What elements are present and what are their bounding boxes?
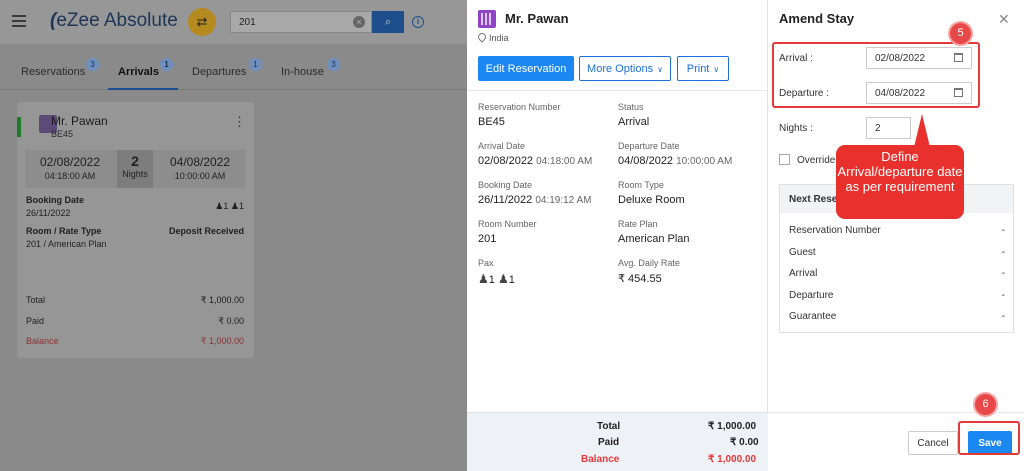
field-status: Status Arrival xyxy=(618,102,650,128)
card-booking-date-label: Booking Date xyxy=(26,195,85,205)
field-reservation-number: Reservation Number BE45 xyxy=(478,102,561,128)
divider xyxy=(467,90,768,91)
card-reservation-code: BE45 xyxy=(51,129,74,139)
nights-input[interactable]: 2 xyxy=(866,117,911,139)
close-icon[interactable]: ✕ xyxy=(998,11,1010,28)
top-bar: (eZee Absolute ⇄ 201 × ⌕ i xyxy=(0,0,467,44)
balance-label: Balance xyxy=(581,454,620,465)
hamburger-menu-icon[interactable] xyxy=(12,15,26,27)
info-icon[interactable]: i xyxy=(412,16,424,28)
status-flag xyxy=(17,117,21,137)
card-booking-date: 26/11/2022 xyxy=(26,208,71,218)
print-button[interactable]: Print ∨ xyxy=(677,56,729,81)
field-room-number: Room Number 201 xyxy=(478,219,537,245)
tab-count-badge: 3 xyxy=(327,58,340,71)
field-avg-daily-rate: Avg. Daily Rate ₹ 454.55 xyxy=(618,258,680,285)
field-arrival-date: Arrival Date 02/08/2022 04:18:00 AM xyxy=(478,141,593,167)
detail-totals-footer: Total ₹ 1,000.00 Paid ₹ 0.00 Balance ₹ 1… xyxy=(467,412,768,471)
total-value: ₹ 1,000.00 xyxy=(708,421,757,432)
balance-value: ₹ 1,000.00 xyxy=(708,454,757,465)
detail-location: India xyxy=(476,31,509,43)
highlight-date-fields xyxy=(772,42,980,108)
tab-count-badge: 3 xyxy=(86,58,99,71)
child-icon: ♟ xyxy=(497,272,509,286)
paid-value: ₹ 0.00 xyxy=(730,437,759,448)
field-room-type: Room Type Deluxe Room xyxy=(618,180,685,206)
location-pin-icon xyxy=(476,31,488,43)
tab-arrivals[interactable]: Arrivals 1 xyxy=(118,58,173,78)
tab-departures[interactable]: Departures 1 xyxy=(192,58,262,78)
kebab-menu-icon[interactable]: ⋮ xyxy=(233,114,246,130)
search-icon: ⌕ xyxy=(384,16,392,28)
card-pax: ♟1 ♟1 xyxy=(215,201,244,211)
list-item: Guarantee - xyxy=(789,311,1005,322)
building-icon xyxy=(478,10,496,28)
field-pax: Pax ♟1 ♟1 xyxy=(478,258,515,286)
card-total-label: Total xyxy=(26,295,46,305)
paid-label: Paid xyxy=(598,437,620,448)
adult-icon: ♟ xyxy=(478,272,489,286)
reservation-card[interactable]: Mr. Pawan BE45 ⋮ 02/08/2022 04:18:00 AM … xyxy=(17,102,254,358)
card-paid: ₹ 0.00 xyxy=(218,316,244,326)
detail-guest-name: Mr. Pawan xyxy=(505,11,569,26)
tab-in-house[interactable]: In-house 3 xyxy=(281,58,340,78)
card-nights: 2 Nights xyxy=(117,150,153,188)
chevron-down-icon: ∨ xyxy=(657,64,663,74)
more-options-button[interactable]: More Options ∨ xyxy=(579,56,671,81)
card-room-rate: 201 / American Plan xyxy=(26,239,107,249)
panel-title: Amend Stay xyxy=(779,11,855,26)
card-departure: 04/08/2022 10:00:00 AM xyxy=(169,155,231,181)
step-number-badge: 6 xyxy=(975,394,996,415)
tab-count-badge: 1 xyxy=(160,58,173,71)
clear-search-icon[interactable]: × xyxy=(353,16,365,28)
card-guest-name: Mr. Pawan xyxy=(51,114,108,128)
reservation-detail-panel: Mr. Pawan India Edit Reservation More Op… xyxy=(467,0,768,471)
nights-label: Nights : xyxy=(779,123,813,134)
list-item: Departure - xyxy=(789,290,1005,301)
instruction-callout: Define Arrival/departure date as per req… xyxy=(836,145,964,219)
card-arrival: 02/08/2022 04:18:00 AM xyxy=(39,155,101,181)
child-icon: ♟ xyxy=(230,201,239,211)
card-total: ₹ 1,000.00 xyxy=(200,295,244,305)
override-label: Override xyxy=(797,155,836,166)
override-checkbox[interactable] xyxy=(779,154,790,165)
field-departure-date: Departure Date 04/08/2022 10:00:00 AM xyxy=(618,141,733,167)
highlight-save-button xyxy=(958,421,1020,455)
list-item: Arrival - xyxy=(789,268,1005,279)
edit-reservation-button[interactable]: Edit Reservation xyxy=(478,56,574,81)
step-number-badge: 5 xyxy=(950,23,971,44)
search-input[interactable]: 201 × xyxy=(230,11,372,33)
card-deposit-status: Deposit Received xyxy=(168,226,244,236)
list-item: Reservation Number - xyxy=(789,225,1005,236)
list-item: Guest - xyxy=(789,247,1005,258)
field-booking-date: Booking Date 26/11/2022 04:19:12 AM xyxy=(478,180,592,206)
active-tab-indicator xyxy=(108,88,178,90)
shuffle-icon[interactable]: ⇄ xyxy=(188,8,216,36)
card-balance-label: Balance xyxy=(26,336,59,346)
chevron-down-icon: ∨ xyxy=(713,64,720,74)
card-room-rate-label: Room / Rate Type xyxy=(26,226,102,236)
background-app: (eZee Absolute ⇄ 201 × ⌕ i Reservations 3… xyxy=(0,0,467,471)
tab-reservations[interactable]: Reservations 3 xyxy=(21,58,99,78)
total-label: Total xyxy=(597,421,621,432)
tab-count-badge: 1 xyxy=(249,58,262,71)
app-logo: (eZee Absolute xyxy=(50,10,178,31)
search-button[interactable]: ⌕ xyxy=(372,11,404,33)
reservation-tabs: Reservations 3 Arrivals 1 Departures 1 In-h… xyxy=(0,56,467,90)
card-paid-label: Paid xyxy=(26,316,45,326)
field-rate-plan: Rate Plan American Plan xyxy=(618,219,690,245)
cancel-button[interactable]: Cancel xyxy=(908,431,958,455)
card-balance: ₹ 1,000.00 xyxy=(200,336,244,346)
callout-pointer xyxy=(914,114,930,147)
search-value: 201 xyxy=(239,17,256,28)
